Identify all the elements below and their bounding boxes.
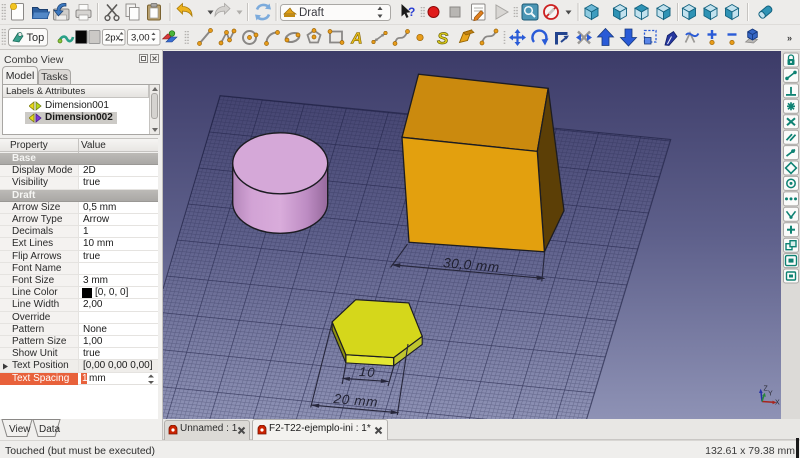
svg-text:Y: Y [768,391,773,398]
svg-text:S: S [437,29,449,48]
svg-text:Data: Data [39,424,61,435]
svg-text:X: X [775,400,780,407]
svg-text:»: » [787,33,792,43]
svg-text:View: View [9,424,31,435]
svg-text:A: A [350,31,363,48]
svg-text:10: 10 [359,364,376,380]
